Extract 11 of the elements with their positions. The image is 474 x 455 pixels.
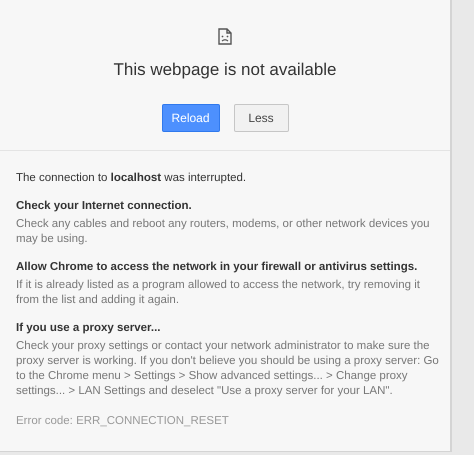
- error-message: The connection to localhost was interrupted.: [16, 171, 248, 186]
- section-heading: If you use a proxy server...: [16, 321, 162, 336]
- broken-page-icon: [218, 28, 232, 45]
- page-title: This webpage is not available: [113, 59, 337, 81]
- section-heading: Check your Internet connection.: [16, 199, 193, 214]
- error-code: Error code: ERR_CONNECTION_RESET: [16, 414, 230, 429]
- section-text: Check any cables and reboot any routers, modems, or other network devices you may be using.: [16, 217, 431, 247]
- section-text: If it is already listed as a program allowed to access the network, try removing it from the list and adding it again.: [16, 278, 421, 308]
- section-heading: Allow Chrome to access the network in your firewall or antivirus settings.: [16, 260, 418, 275]
- section-text: Check your proxy settings or contact your network administrator to make sure the proxy server is working. If you don't believe you should be using a proxy server: Go to the Chrome menu > Settings > Show advanced settings... > Change proxy settings... > LAN Settings and deselect "Use a proxy server for your LAN".: [16, 339, 440, 399]
- less-button[interactable]: Less: [234, 104, 288, 132]
